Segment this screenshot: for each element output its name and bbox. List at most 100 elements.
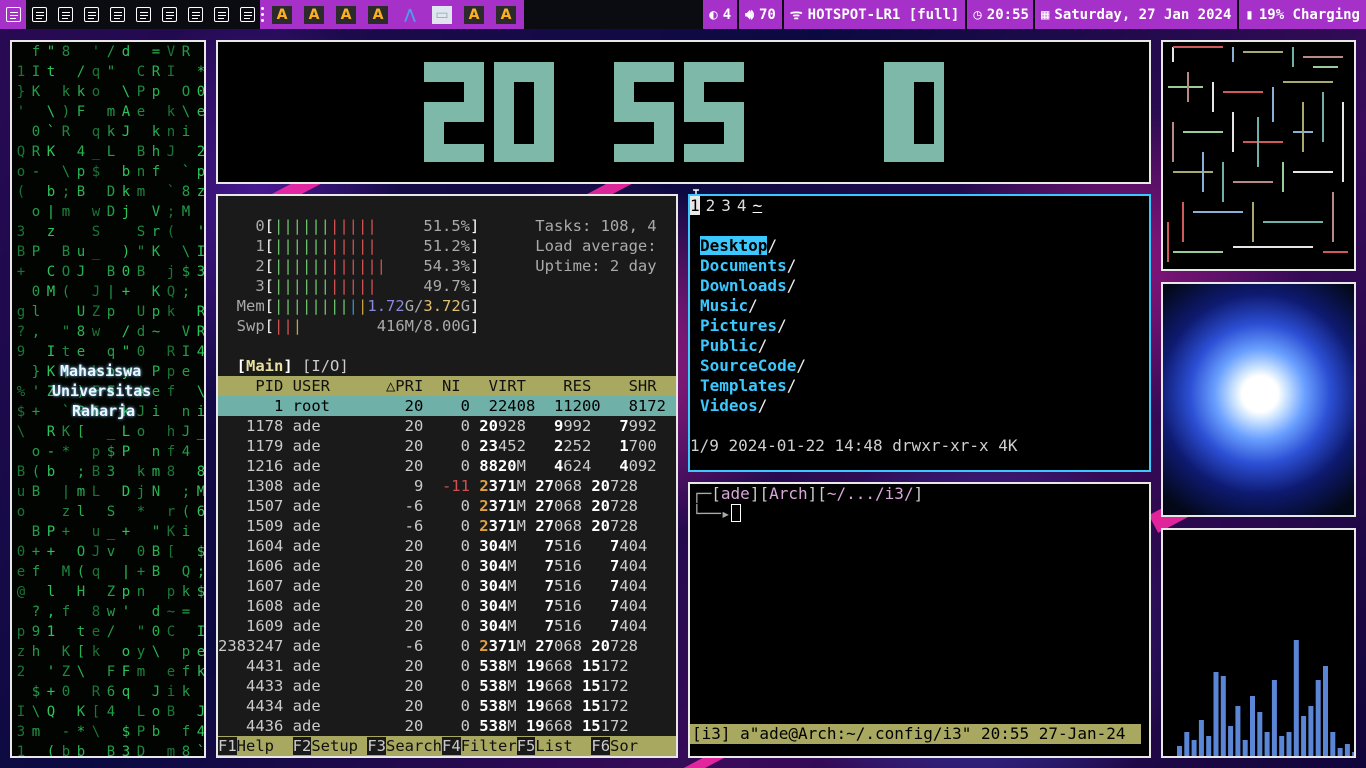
process-row[interactable]: 1604 ade 20 0 304M 7516 7404 [218,536,676,556]
load-info: Load average: [535,237,657,255]
ranger-tab-4[interactable]: 4 [737,196,747,215]
ranger-directory-list: Desktop/Documents/Downloads/Music/Pictur… [700,236,806,416]
prompt-line-2[interactable]: └──▸ [692,504,741,524]
cmatrix-window[interactable]: 1 } ' Q o ( 3 B + g ? 9 % $ \ B u o 0 e … [10,40,206,758]
workspace-button[interactable] [78,0,104,29]
date-text: Saturday, 27 Jan 2024 [1054,6,1232,23]
date-module[interactable]: ▦ Saturday, 27 Jan 2024 [1032,0,1238,29]
process-row[interactable]: 1216 ade 20 0 8820M 4624 4092 [218,456,676,476]
process-row[interactable]: 1178 ade 20 0 20928 9992 7992 [218,416,676,436]
process-row[interactable]: 4436 ade 20 0 538M 19668 15172 [218,716,676,736]
directory-entry[interactable]: Documents/ [700,256,806,276]
workspace-button[interactable] [234,0,260,29]
maze-screensaver-window[interactable] [1161,40,1356,271]
matrix-text-universitas: Universitas [52,382,152,400]
spectrum-bar [1213,672,1219,756]
ranger-window[interactable]: 1 2 3 4 ~ Desktop/Documents/Downloads/Music/… [688,194,1151,472]
workspace-button[interactable] [208,0,234,29]
process-row[interactable]: 2383247 ade -6 0 2371M 27068 20728 [218,636,676,656]
battery-icon: ▮ [1245,6,1254,23]
window-button[interactable]: A [298,0,330,29]
window-button[interactable]: A [266,0,298,29]
doc-icon [161,7,177,22]
fkey-f3[interactable]: F3Search [367,737,442,755]
tasks-info: Tasks: 108, 4 [535,217,657,235]
clock-digit [893,62,944,162]
process-row[interactable]: 4434 ade 20 0 538M 19668 15172 [218,696,676,716]
directory-entry[interactable]: Downloads/ [700,276,806,296]
process-row[interactable]: 1308 ade 9 -11 2371M 27068 20728 [218,476,676,496]
spectrum-bar [1198,720,1204,756]
ranger-tab-home[interactable]: ~ [753,196,763,215]
arch-icon: ⋀ [404,6,416,23]
directory-entry[interactable]: Desktop/ [700,236,806,256]
matrix-column: f I K 0 R - o P 0 l , } ' + o ( B B + f … [31,44,41,740]
fkey-f2[interactable]: F2Setup [292,737,368,755]
process-row[interactable]: 1507 ade -6 0 2371M 27068 20728 [218,496,676,516]
workspace-button[interactable] [0,0,26,29]
terminal-window[interactable]: ┌─[ade][Arch][~/.../i3/] └──▸ [i3] a"ade… [688,482,1151,758]
process-row[interactable]: 1608 ade 20 0 304M 7516 7404 [218,596,676,616]
spectrum-bar [1301,716,1307,756]
workspace-button[interactable] [26,0,52,29]
clock-icon: ◷ [973,6,982,23]
process-row[interactable]: 1606 ade 20 0 304M 7516 7404 [218,556,676,576]
window-button[interactable]: A [330,0,362,29]
tmux-status-bar: [i3] a"ade@Arch:~/.config/i3" 20:55 27-J… [690,724,1141,744]
directory-entry[interactable]: SourceCode/ [700,356,806,376]
matrix-column: * 0 e 2 p z ' I 3 R R 4 \ i _ 8 M 6 $ ; … [196,64,206,758]
ranger-tab-3[interactable]: 3 [721,196,731,215]
workspace-button[interactable] [130,0,156,29]
doc-icon [109,7,125,22]
htop-window[interactable]: 0[||||||||||| 51.5%] 1[||||||||||| 51.2%… [216,194,678,758]
fkey-f6[interactable]: F6Sor [591,737,666,755]
matrix-text-raharja: Raharja [72,402,136,420]
clock-digit [493,62,554,162]
process-row[interactable]: 1179 ade 20 0 23452 2252 1700 [218,436,676,456]
fkey-f4[interactable]: F4Filter [442,737,517,755]
battery-module[interactable]: ▮ 19% Charging [1237,0,1366,29]
directory-entry[interactable]: Pictures/ [700,316,806,336]
process-row[interactable]: 4431 ade 20 0 538M 19668 15172 [218,656,676,676]
alacritty-icon: A [464,5,484,24]
workspace-button[interactable] [52,0,78,29]
wifi-module[interactable]: ᯤ HOTSPOT-LR1 [full] [781,0,966,29]
spectrum-bar [1257,712,1263,756]
ranger-tab-1[interactable]: 1 [690,196,700,215]
window-button[interactable]: ⋀ [394,0,426,29]
spectrum-bar [1264,732,1270,756]
workspace-button[interactable] [182,0,208,29]
process-row[interactable]: 1 root 20 0 22408 11200 8172 [218,396,676,416]
ranger-tab-2[interactable]: 2 [706,196,716,215]
window-button[interactable]: A [362,0,394,29]
process-table-header: PID USER △PRI NI VIRT RES SHR [218,376,676,396]
process-row[interactable]: 4433 ade 20 0 538M 19668 15172 [218,676,676,696]
workspace-button[interactable] [104,0,130,29]
terminal-cursor [730,504,741,522]
volume-value: 70 [758,6,776,23]
directory-entry[interactable]: Videos/ [700,396,806,416]
fkey-f5[interactable]: F5List [516,737,592,755]
window-button[interactable]: ▭ [426,0,458,29]
spectrum-bar [1250,696,1255,756]
audio-spectrum-window[interactable] [1161,528,1358,758]
directory-entry[interactable]: Music/ [700,296,806,316]
volume-module[interactable]: 🔊︎ 70 [737,0,782,29]
prompt-line-1: ┌─[ade][Arch][~/.../i3/] [692,484,924,503]
directory-entry[interactable]: Public/ [700,336,806,356]
matrix-column: V I k n J ` ; ( j Q k R p f h f 8 r K [ … [166,44,176,758]
brightness-module[interactable]: ◐ 4 [701,0,738,29]
directory-entry[interactable]: Templates/ [700,376,806,396]
process-row[interactable]: 1609 ade 20 0 304M 7516 7404 [218,616,676,636]
window-button[interactable]: A [490,0,522,29]
audio-spectrum-bars [1177,640,1358,756]
clock-module[interactable]: ◷ 20:55 [965,0,1035,29]
tty-clock-window[interactable] [216,40,1151,211]
process-row[interactable]: 1607 ade 20 0 304M 7516 7404 [218,576,676,596]
fkey-f1[interactable]: F1Help [218,737,293,755]
workspace-button[interactable] [156,0,182,29]
window-button[interactable]: A [458,0,490,29]
glow-visualizer-window[interactable] [1161,282,1356,517]
process-row[interactable]: 1509 ade -6 0 2371M 27068 20728 [218,516,676,536]
alacritty-icon: A [496,5,516,24]
